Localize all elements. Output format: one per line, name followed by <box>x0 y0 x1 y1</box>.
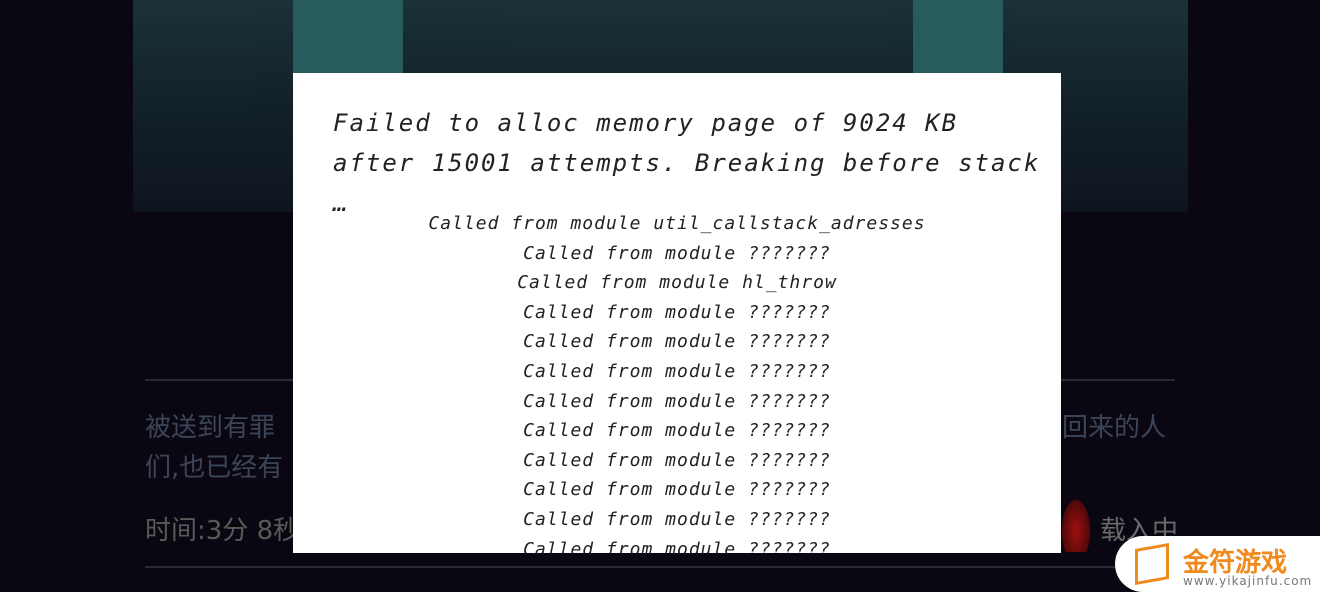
divider <box>145 566 1175 568</box>
stack-frame: Called from module ??????? <box>523 242 831 264</box>
call-stack: Called from module util_callstack_adress… <box>293 209 1061 553</box>
story-text-line1-left: 被送到有罪 <box>145 413 276 443</box>
flame-icon <box>1062 500 1090 552</box>
stack-frame: Called from module hl_throw <box>517 272 837 294</box>
elapsed-time: 时间:3分 8秒 <box>145 516 300 546</box>
error-message-line: Failed to alloc memory page of 9024 KB <box>333 109 959 137</box>
stack-frame: Called from module ??????? <box>523 508 831 530</box>
watermark: 金符游戏 www.yikajinfu.com <box>1115 536 1320 592</box>
stack-frame: Called from module ??????? <box>523 331 831 353</box>
error-dialog: Failed to alloc memory page of 9024 KB a… <box>293 73 1061 553</box>
story-text-line1-right: 回来的人 <box>1062 413 1167 443</box>
stack-frame: Called from module ??????? <box>523 420 831 442</box>
stack-frame: Called from module ??????? <box>523 301 831 323</box>
stack-frame: Called from module ??????? <box>523 360 831 382</box>
stack-frame: Called from module ??????? <box>523 390 831 412</box>
cube-logo-icon <box>1135 543 1169 585</box>
stack-frame: Called from module ??????? <box>523 449 831 471</box>
watermark-url: www.yikajinfu.com <box>1183 574 1313 588</box>
error-message: Failed to alloc memory page of 9024 KB a… <box>333 103 1061 223</box>
stack-frame: Called from module util_callstack_adress… <box>428 213 926 234</box>
story-text-line2: 们,也已经有 <box>145 453 284 483</box>
stack-frame: Called from module ??????? <box>523 479 831 501</box>
stack-frame: Called from module ??????? <box>523 538 831 553</box>
